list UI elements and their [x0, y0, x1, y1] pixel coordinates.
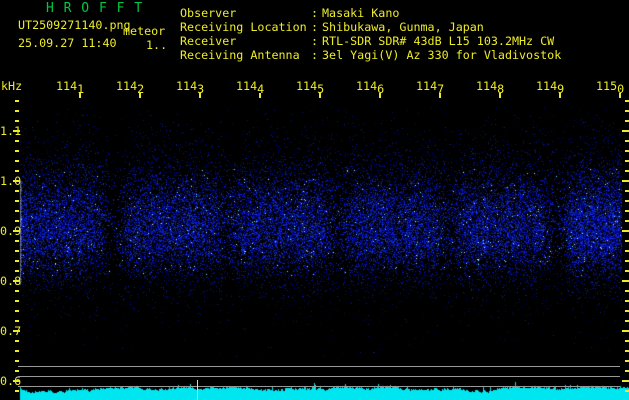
y-axis-tick-minor: [15, 320, 19, 322]
y-axis-tick-minor: [15, 350, 19, 352]
x-axis-tick: [499, 93, 501, 98]
app-title: H R O F F T: [46, 1, 144, 16]
x-axis-tick: [619, 93, 621, 98]
y-axis-tick-major: [622, 330, 629, 332]
info-label: Receiving Antenna: [180, 48, 300, 62]
y-axis-tick-minor: [625, 190, 629, 192]
counter-text: 1..: [146, 38, 168, 52]
x-axis-label: 1146: [356, 79, 385, 96]
y-axis-tick-minor: [625, 360, 629, 362]
info-row-location: Receiving Location: Shibukawa, Gunma, Jap…: [180, 16, 620, 34]
y-axis-tick-major: [13, 130, 20, 132]
y-axis-tick-minor: [625, 100, 629, 102]
y-axis-tick-minor: [15, 390, 19, 392]
x-axis-tick: [79, 93, 81, 98]
y-axis-tick-minor: [15, 120, 19, 122]
y-axis-tick-minor: [625, 120, 629, 122]
y-axis-tick-minor: [625, 220, 629, 222]
y-axis-tick-minor: [625, 310, 629, 312]
y-axis-tick-minor: [15, 310, 19, 312]
x-axis-tick: [259, 93, 261, 98]
y-axis-tick-minor: [15, 190, 19, 192]
hrofft-window: H R O F F T UT2509271140.png meteor 25.0…: [0, 0, 629, 400]
y-axis-tick-minor: [15, 260, 19, 262]
info-value: 3el Yagi(V) Az 330 for Vladivostok: [322, 48, 562, 62]
y-axis-tick-minor: [625, 260, 629, 262]
x-axis-label: 1150: [596, 79, 625, 96]
level-marker: [197, 380, 198, 400]
y-axis-tick-minor: [15, 340, 19, 342]
y-axis-tick-minor: [15, 150, 19, 152]
y-axis-tick-minor: [15, 210, 19, 212]
y-axis-tick-minor: [625, 110, 629, 112]
y-axis-tick-major: [13, 280, 20, 282]
datetime-text: 25.09.27 11:40: [18, 36, 117, 50]
y-axis-tick-minor: [15, 240, 19, 242]
y-axis-tick-major: [622, 380, 629, 382]
y-axis-tick-major: [622, 230, 629, 232]
level-reference-line: [18, 376, 620, 377]
y-axis-tick-minor: [15, 200, 19, 202]
info-colon: :: [311, 48, 319, 62]
x-axis-tick: [559, 93, 561, 98]
y-axis-tick-minor: [15, 220, 19, 222]
y-axis-tick-minor: [15, 170, 19, 172]
y-axis-tick-minor: [15, 370, 19, 372]
y-axis-tick-minor: [625, 350, 629, 352]
y-axis-tick-minor: [15, 290, 19, 292]
y-axis-tick-minor: [625, 270, 629, 272]
output-filename: UT2509271140.png: [18, 18, 131, 32]
y-axis-tick-minor: [625, 340, 629, 342]
x-axis-label: 1142: [116, 79, 145, 96]
y-axis-tick-minor: [625, 150, 629, 152]
info-row-receiver: Receiver: RTL-SDR SDR# 43dB L15 103.2MHz …: [180, 30, 620, 48]
freq-unit-label: kHz: [1, 79, 23, 93]
y-axis-tick-minor: [625, 210, 629, 212]
y-axis-tick-minor: [15, 160, 19, 162]
x-axis-label: 1147: [416, 79, 445, 96]
y-axis-tick-minor: [15, 300, 19, 302]
y-axis-tick-major: [622, 130, 629, 132]
y-axis-tick-minor: [625, 160, 629, 162]
x-axis-label: 1145: [296, 79, 325, 96]
x-axis-tick: [379, 93, 381, 98]
x-axis-tick: [199, 93, 201, 98]
y-axis-tick-major: [13, 180, 20, 182]
meteor-label: meteor: [123, 24, 166, 38]
y-axis-tick-major: [13, 380, 20, 382]
y-axis-tick-minor: [625, 170, 629, 172]
y-axis-tick-minor: [15, 360, 19, 362]
y-axis-tick-minor: [15, 270, 19, 272]
y-axis-tick-minor: [625, 320, 629, 322]
level-reference-line: [18, 386, 620, 387]
y-axis-tick-major: [13, 330, 20, 332]
y-axis-tick-major: [622, 180, 629, 182]
x-axis-label: 1141: [56, 79, 85, 96]
station-info: Observer: Masaki Kano Receiving Location:…: [180, 2, 620, 62]
y-axis-tick-minor: [625, 290, 629, 292]
y-axis-tick-minor: [15, 140, 19, 142]
x-axis-tick: [439, 93, 441, 98]
level-reference-line: [18, 366, 620, 367]
y-axis-tick-minor: [625, 240, 629, 242]
y-axis-tick-minor: [625, 390, 629, 392]
info-row-observer: Observer: Masaki Kano: [180, 2, 620, 20]
y-axis-tick-minor: [15, 100, 19, 102]
x-axis-label: 1144: [236, 79, 265, 96]
x-axis-label: 1149: [536, 79, 565, 96]
y-axis-tick-minor: [15, 110, 19, 112]
y-axis-tick-minor: [15, 250, 19, 252]
y-axis-tick-major: [622, 280, 629, 282]
y-axis-tick-minor: [625, 200, 629, 202]
x-axis-label: 1148: [476, 79, 505, 96]
y-axis-tick-minor: [625, 140, 629, 142]
y-axis-tick-minor: [625, 250, 629, 252]
y-axis-tick-major: [13, 230, 20, 232]
y-axis-tick-minor: [625, 300, 629, 302]
x-axis-tick: [139, 93, 141, 98]
x-axis-tick: [319, 93, 321, 98]
info-row-antenna: Receiving Antenna:3el Yagi(V) Az 330 for…: [180, 44, 620, 62]
x-axis-label: 1143: [176, 79, 205, 96]
y-axis-tick-minor: [625, 370, 629, 372]
